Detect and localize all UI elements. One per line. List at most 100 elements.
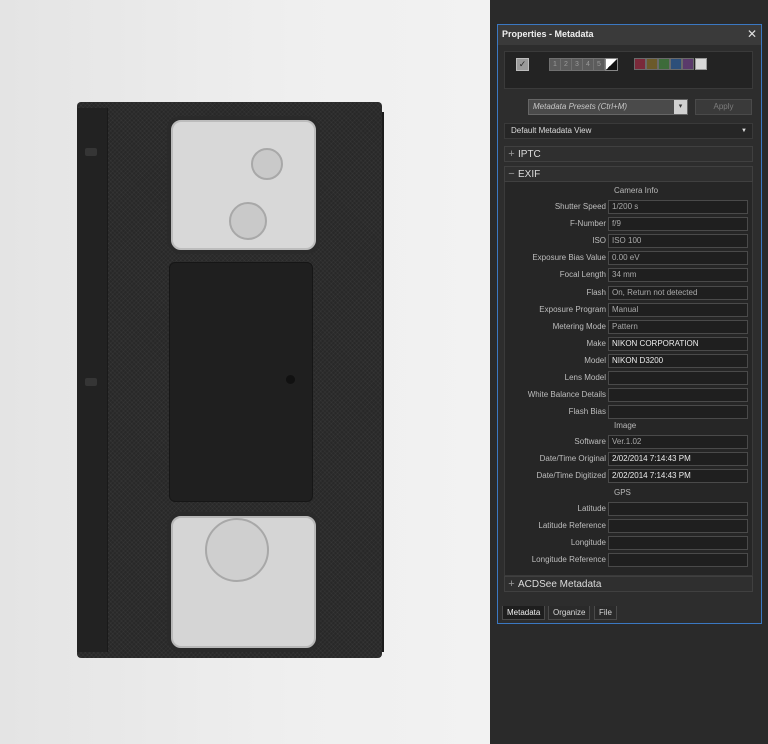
- color-label-purple[interactable]: [682, 58, 694, 70]
- field-value-input[interactable]: ISO 100: [608, 234, 748, 249]
- cassette-screw: [286, 375, 295, 384]
- color-label-green[interactable]: [658, 58, 670, 70]
- tab-file[interactable]: File: [594, 606, 617, 620]
- apply-button[interactable]: Apply: [695, 99, 752, 115]
- exif-row-exposure-bias-value: Exposure Bias Value 0.00 eV: [505, 251, 754, 266]
- tape-reel: [251, 148, 283, 180]
- field-value-input[interactable]: [608, 519, 748, 534]
- field-value-input[interactable]: 2/02/2014 7:14:43 PM: [608, 452, 748, 467]
- field-label: ISO: [592, 236, 606, 246]
- field-value-input[interactable]: NIKON CORPORATION: [608, 336, 748, 351]
- section-exif[interactable]: − EXIF: [504, 166, 753, 182]
- exif-row-iso: ISO ISO 100: [505, 234, 754, 249]
- field-label: White Balance Details: [527, 390, 606, 400]
- field-label: Shutter Speed: [554, 202, 606, 211]
- field-label: Date/Time Original: [539, 454, 606, 464]
- field-value-input[interactable]: 0.00 eV: [608, 251, 748, 266]
- expand-icon: +: [508, 148, 515, 160]
- rating-label-toolbar: ✓ 1 2 3 4 5: [504, 51, 753, 89]
- section-iptc[interactable]: + IPTC: [504, 146, 753, 162]
- spine-mark: [85, 148, 97, 156]
- exif-row-software: Software Ver.1.02: [505, 435, 754, 450]
- image-preview: [0, 0, 490, 744]
- camera-info-heading: Camera Info: [614, 186, 659, 195]
- vhs-cassette-photo: [77, 102, 384, 658]
- exif-row-longitude: Longitude: [505, 536, 754, 551]
- field-value-input[interactable]: [608, 502, 748, 516]
- cassette-edge: [382, 112, 384, 652]
- field-value-input[interactable]: Ver.1.02: [608, 435, 748, 449]
- panel-titlebar[interactable]: Properties - Metadata ✕: [498, 25, 761, 45]
- color-label-blue[interactable]: [670, 58, 682, 70]
- field-label: Focal Length: [559, 270, 606, 280]
- exif-row-date-time-original: Date/Time Original 2/02/2014 7:14:43 PM: [505, 452, 754, 467]
- field-label: Flash Bias: [568, 407, 606, 417]
- exif-row-white-balance-details: White Balance Details: [505, 388, 754, 403]
- field-label: Longitude: [570, 538, 606, 548]
- field-value-input[interactable]: [608, 371, 748, 385]
- field-label: Metering Mode: [552, 321, 606, 331]
- spine-mark: [85, 378, 97, 386]
- tape-reel: [205, 518, 269, 582]
- properties-metadata-panel: Properties - Metadata ✕ ✓ 1 2 3 4 5 Meta…: [497, 24, 762, 624]
- section-acdsee-metadata[interactable]: + ACDSee Metadata: [504, 576, 753, 592]
- metadata-view-dropdown[interactable]: Default Metadata View ▼: [504, 123, 753, 139]
- exif-row-flash: Flash On, Return not detected: [505, 285, 754, 301]
- field-value-input[interactable]: On, Return not detected: [608, 285, 748, 300]
- field-value-input[interactable]: 2/02/2014 7:14:43 PM: [608, 469, 748, 484]
- exif-row-shutter-speed: Shutter Speed 1/200 s: [505, 200, 754, 215]
- panel-tabs: Metadata Organize File: [500, 606, 759, 620]
- field-value-input[interactable]: [608, 388, 748, 403]
- field-value-input[interactable]: f/9: [608, 217, 748, 232]
- exif-row-exposure-program: Exposure Program Manual: [505, 302, 754, 318]
- image-heading: Image: [614, 421, 637, 430]
- section-acdsee-label: ACDSee Metadata: [518, 579, 602, 590]
- clear-color-label-icon[interactable]: [695, 58, 707, 70]
- field-label: Date/Time Digitized: [536, 471, 606, 481]
- field-label: Longitude Reference: [531, 555, 606, 565]
- field-value-input[interactable]: [608, 405, 748, 420]
- exif-row-make: Make NIKON CORPORATION: [505, 336, 754, 352]
- close-icon[interactable]: ✕: [747, 27, 757, 41]
- field-label: Software: [574, 437, 606, 446]
- section-exif-label: EXIF: [518, 169, 541, 180]
- exif-row-latitude-reference: Latitude Reference: [505, 519, 754, 534]
- field-value-input[interactable]: 34 mm: [608, 268, 748, 283]
- field-value-input[interactable]: [608, 536, 748, 551]
- cassette-label-area: [169, 262, 313, 502]
- field-value-input[interactable]: 1/200 s: [608, 200, 748, 214]
- field-label: Lens Model: [564, 373, 606, 382]
- chevron-down-icon[interactable]: ▾: [674, 100, 687, 114]
- tape-reel: [229, 202, 267, 240]
- field-label: Make: [586, 338, 606, 348]
- tab-organize[interactable]: Organize: [548, 606, 591, 620]
- section-iptc-label: IPTC: [518, 149, 541, 160]
- field-label: Model: [584, 355, 606, 365]
- color-label-red[interactable]: [634, 58, 646, 70]
- exif-row-latitude: Latitude: [505, 502, 754, 517]
- rating-5-button[interactable]: 5: [593, 58, 605, 71]
- exif-row-model: Model NIKON D3200: [505, 353, 754, 369]
- field-value-input[interactable]: [608, 553, 748, 568]
- panel-title: Properties - Metadata: [502, 29, 594, 39]
- metadata-presets-dropdown[interactable]: Metadata Presets (Ctrl+M) ▾: [528, 99, 688, 115]
- exif-row-date-time-digitized: Date/Time Digitized 2/02/2014 7:14:43 PM: [505, 469, 754, 484]
- field-label: Latitude: [577, 504, 606, 513]
- expand-icon: +: [508, 578, 515, 590]
- metadata-view-label: Default Metadata View: [511, 126, 592, 135]
- field-label: Exposure Program: [539, 304, 606, 314]
- cassette-spine: [77, 108, 108, 652]
- chevron-down-icon: ▼: [741, 128, 747, 134]
- field-value-input[interactable]: Pattern: [608, 319, 748, 334]
- tab-metadata[interactable]: Metadata: [502, 606, 546, 620]
- exif-row-metering-mode: Metering Mode Pattern: [505, 319, 754, 335]
- color-label-yellow[interactable]: [646, 58, 658, 70]
- field-value-input[interactable]: Manual: [608, 302, 748, 317]
- clear-rating-icon[interactable]: [605, 58, 618, 71]
- exif-row-focal-length: Focal Length 34 mm: [505, 268, 754, 283]
- gps-heading: GPS: [614, 488, 631, 497]
- metadata-presets-placeholder: Metadata Presets (Ctrl+M): [533, 102, 628, 111]
- exif-row-f-number: F-Number f/9: [505, 217, 754, 232]
- tag-checkbox-icon[interactable]: ✓: [516, 58, 529, 71]
- field-value-input[interactable]: NIKON D3200: [608, 353, 748, 368]
